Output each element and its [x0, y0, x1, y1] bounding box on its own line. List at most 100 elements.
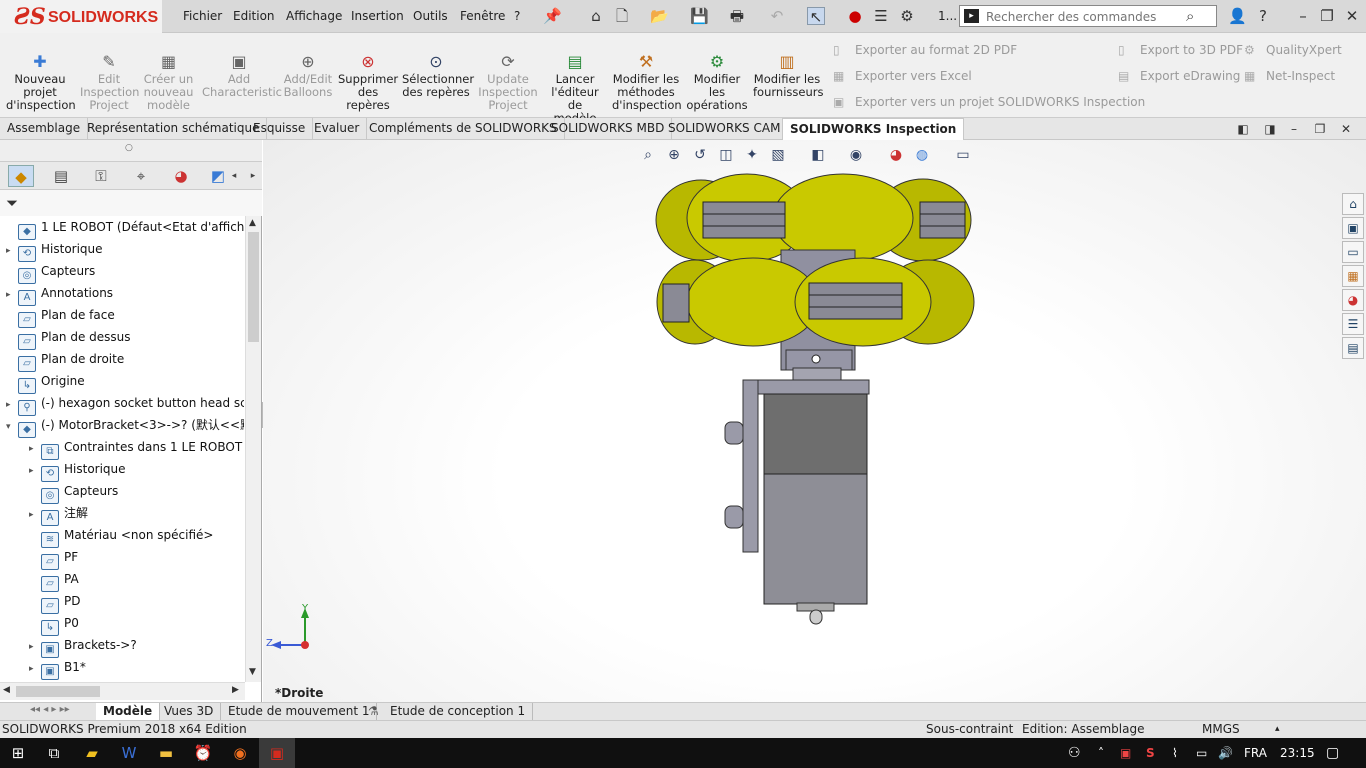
- menu-affichage[interactable]: Affichage: [286, 9, 342, 23]
- tab-etude-conception[interactable]: Etude de conception 1: [383, 703, 534, 721]
- expand-arrow-icon[interactable]: ▸: [6, 240, 18, 262]
- tray-expand-icon[interactable]: ˄: [1098, 738, 1104, 768]
- file-properties-icon[interactable]: ☰: [872, 7, 890, 25]
- collapse-left-icon[interactable]: ◧: [1234, 120, 1252, 138]
- forum-icon[interactable]: ▤: [1342, 337, 1364, 359]
- expand-arrow-icon[interactable]: ▾: [6, 416, 18, 438]
- tree-item[interactable]: ▸⚲(-) hexagon socket button head screw: [6, 392, 244, 416]
- tab-mbd[interactable]: SOLIDWORKS MBD: [544, 118, 673, 140]
- qualityxpert-button[interactable]: ⚙ QualityXpert: [1244, 43, 1342, 57]
- edit-operations-button[interactable]: ⚙ Modifier les opérations: [686, 53, 748, 112]
- file-explorer-taskbar-icon[interactable]: ▬: [148, 738, 184, 768]
- tree-vertical-scrollbar[interactable]: ▲ ▼: [245, 216, 261, 682]
- update-inspection-project-button[interactable]: ⟳ Update Inspection Project: [478, 53, 538, 112]
- configurationmanager-tab-icon[interactable]: ⚿: [88, 165, 114, 187]
- solidworks-resources-icon[interactable]: ⌂: [1342, 193, 1364, 215]
- tree-item[interactable]: ▸ ⟲ Historique: [6, 238, 244, 262]
- tree-item[interactable]: ▸ ⧉ Contraintes dans 1 LE ROBOT: [6, 436, 244, 460]
- menu-outils[interactable]: Outils: [413, 9, 448, 23]
- add-edit-balloons-button[interactable]: ⊕ Add/Edit Balloons: [282, 53, 334, 99]
- home-icon[interactable]: ⌂: [587, 7, 605, 25]
- export-excel-button[interactable]: ▦ Exporter vers Excel: [833, 69, 972, 83]
- tab-modele[interactable]: Modèle: [96, 703, 161, 721]
- design-library-icon[interactable]: ▣: [1342, 217, 1364, 239]
- tab-vues-3d[interactable]: Vues 3D: [157, 703, 222, 721]
- doc-restore-icon[interactable]: ❐: [1311, 120, 1329, 138]
- menu-fichier[interactable]: Fichier: [183, 9, 222, 23]
- search-icon[interactable]: ⌕: [1186, 7, 1194, 25]
- panel-grip[interactable]: ○: [0, 140, 262, 162]
- wifi-icon[interactable]: ⌇: [1172, 738, 1178, 768]
- tab-representation[interactable]: Représentation schématique: [80, 118, 268, 140]
- create-template-button[interactable]: ▦ Créer un nouveau modèle: [141, 53, 196, 112]
- select-balloons-button[interactable]: ⊙ Sélectionner des repères: [402, 53, 474, 99]
- net-inspect-button[interactable]: ▦ Net-Inspect: [1244, 69, 1335, 83]
- status-units[interactable]: MMGS: [1202, 721, 1240, 738]
- export-inspection-project-button[interactable]: ▣ Exporter vers un projet SOLIDWORKS Insp…: [833, 95, 1145, 109]
- export-edrawing-button[interactable]: ▤ Export eDrawing: [1118, 69, 1240, 83]
- tree-item[interactable]: ▱ PD: [6, 590, 244, 614]
- filter-icon[interactable]: ⏷: [6, 194, 18, 212]
- tree-item[interactable]: ▱ Plan de dessus: [6, 326, 244, 350]
- tab-etude-mouvement[interactable]: Etude de mouvement 1: [221, 703, 378, 721]
- tree-horizontal-scrollbar[interactable]: ◀ ▶: [0, 682, 245, 700]
- expand-arrow-icon[interactable]: ▸: [29, 438, 41, 460]
- tree-item[interactable]: ◎ Capteurs: [6, 260, 244, 284]
- app-logo[interactable]: ƧS SOLIDWORKS: [0, 0, 162, 33]
- collapse-right-icon[interactable]: ◨: [1261, 120, 1279, 138]
- task-view-icon[interactable]: ⧉: [36, 738, 72, 768]
- launch-template-editor-button[interactable]: ▤ Lancer l'éditeur de modèle: [545, 53, 605, 125]
- tree-item[interactable]: ▱ PA: [6, 568, 244, 592]
- restore-icon[interactable]: ❐: [1318, 7, 1336, 25]
- display-manager-tab-icon[interactable]: ◕: [168, 165, 194, 187]
- edit-inspection-project-button[interactable]: ✎ Edit Inspection Project: [80, 53, 139, 112]
- new-inspection-project-button[interactable]: ✚ Nouveau projet d'inspection: [6, 53, 76, 112]
- tree-item[interactable]: ▱ PF: [6, 546, 244, 570]
- notifications-icon[interactable]: ▢: [1326, 738, 1339, 768]
- scroll-down-icon[interactable]: ▼: [249, 667, 256, 677]
- minimize-icon[interactable]: –: [1294, 7, 1312, 25]
- tree-item[interactable]: ▱ Plan de droite: [6, 348, 244, 372]
- user-icon[interactable]: 👤: [1228, 7, 1247, 25]
- tree-item[interactable]: ≋ Matériau <non spécifié>: [6, 524, 244, 548]
- tree-item[interactable]: ▱ Plan de face: [6, 304, 244, 328]
- menu-insertion[interactable]: Insertion: [351, 9, 404, 23]
- tree-item[interactable]: ▸ ▣ B1*: [6, 656, 244, 680]
- sticky-notes-icon[interactable]: ▰: [74, 738, 110, 768]
- edit-inspection-methods-button[interactable]: ⚒ Modifier les méthodes d'inspection: [612, 53, 682, 112]
- propertymanager-tab-icon[interactable]: ▤: [48, 165, 74, 187]
- expand-arrow-icon[interactable]: ▸: [6, 394, 18, 416]
- tree-item[interactable]: ▸ ▣ Brackets->?: [6, 634, 244, 658]
- undo-icon[interactable]: ↶: [768, 7, 786, 25]
- command-search[interactable]: ▸ ⌕: [959, 5, 1217, 27]
- tree-item[interactable]: ▸ A Annotations: [6, 282, 244, 306]
- tree-item[interactable]: ▸ ⟲ Historique: [6, 458, 244, 482]
- pin-icon[interactable]: 📌: [543, 7, 562, 25]
- robot-model[interactable]: [263, 140, 1366, 702]
- edit-vendors-button[interactable]: ▥ Modifier les fournisseurs: [753, 53, 823, 99]
- menu-edition[interactable]: Edition: [233, 9, 275, 23]
- tree-item[interactable]: ▸ A 注解: [6, 502, 244, 526]
- firefox-icon[interactable]: ◉: [222, 738, 258, 768]
- delete-balloons-button[interactable]: ⊗ Supprimer des repères: [338, 53, 398, 112]
- doc-close-icon[interactable]: ✕: [1337, 120, 1355, 138]
- expand-arrow-icon[interactable]: ▸: [29, 658, 41, 680]
- rebuild-traffic-light-icon[interactable]: ●: [846, 7, 864, 25]
- save-icon[interactable]: 💾: [690, 7, 709, 25]
- menu-help[interactable]: ?: [514, 9, 520, 23]
- expand-arrow-icon[interactable]: ▸: [29, 636, 41, 658]
- solidworks-taskbar-icon[interactable]: ▣: [259, 738, 295, 768]
- horizontal-scroll-thumb[interactable]: [16, 686, 100, 697]
- tab-cam[interactable]: SOLIDWORKS CAM: [661, 118, 789, 140]
- tab-esquisse[interactable]: Esquisse: [246, 118, 314, 140]
- tab-complements[interactable]: Compléments de SOLIDWORKS: [362, 118, 565, 140]
- search-input[interactable]: [986, 10, 1176, 24]
- doc-minimize-icon[interactable]: –: [1285, 120, 1303, 138]
- scroll-up-icon[interactable]: ▲: [249, 218, 256, 228]
- graphics-area[interactable]: ⌕ ⊕ ↺ ◫ ✦ ▧ ◧ ◉ ◕ ◍ ▭ Y Z *Droite: [263, 140, 1366, 702]
- language-indicator[interactable]: FRA: [1244, 738, 1267, 768]
- select-cursor-icon[interactable]: ↖: [807, 7, 825, 26]
- help-icon[interactable]: ?: [1254, 7, 1272, 25]
- tree-filter[interactable]: ⏷: [0, 190, 262, 216]
- export-2d-pdf-button[interactable]: ▯ Exporter au format 2D PDF: [833, 43, 1017, 57]
